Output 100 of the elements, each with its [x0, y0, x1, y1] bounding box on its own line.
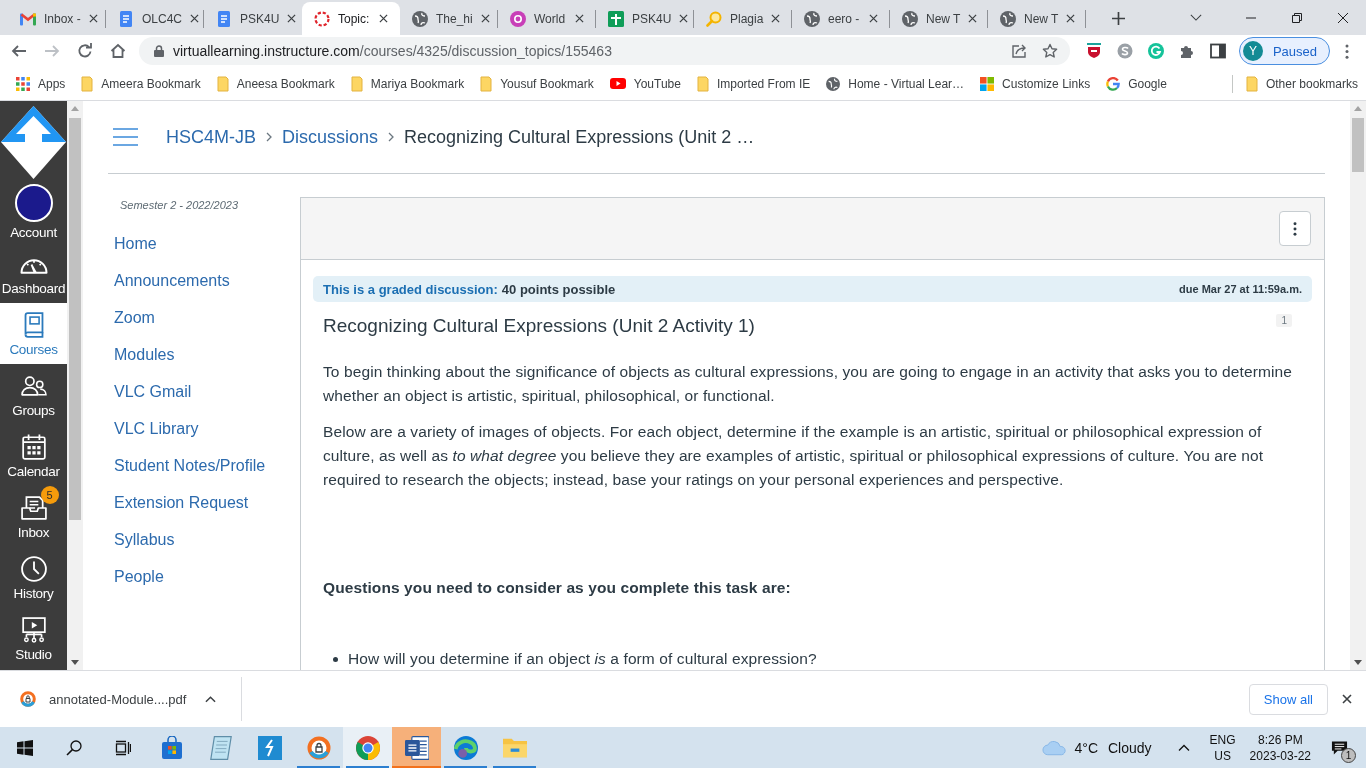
close-icon[interactable]: [190, 14, 199, 23]
swirl-icon: [453, 735, 478, 760]
menu-icon[interactable]: [113, 128, 138, 146]
back-icon[interactable]: [11, 43, 27, 59]
plus-icon[interactable]: [1112, 12, 1125, 25]
close-icon[interactable]: [1066, 14, 1076, 23]
start-icon: [16, 739, 33, 756]
browser-tab[interactable]: The_hi: [400, 2, 498, 35]
notification-count: 1: [1341, 747, 1356, 763]
close-icon[interactable]: [379, 14, 388, 23]
course-nav-link[interactable]: Announcements: [114, 262, 230, 299]
bookmark[interactable]: Customize Links: [972, 70, 1099, 97]
home-icon[interactable]: [110, 43, 126, 59]
close-icon[interactable]: [771, 14, 781, 23]
browser-tab[interactable]: eero -: [792, 2, 890, 35]
clock-button[interactable]: 8:26 PM 2023-03-22: [1249, 731, 1311, 764]
close-icon[interactable]: [88, 14, 98, 23]
browser-tab[interactable]: PSK4U: [596, 2, 694, 35]
close-icon[interactable]: [287, 14, 297, 23]
document-icon: [216, 10, 232, 27]
scrollbar-track[interactable]: [67, 101, 83, 670]
shopping-bag-icon: [159, 735, 184, 760]
course-nav-link[interactable]: Student Notes/Profile: [114, 447, 266, 484]
global-nav-item[interactable]: Account: [0, 181, 67, 242]
scrollbar-thumb[interactable]: [69, 118, 81, 520]
notification-icon[interactable]: [1331, 739, 1348, 756]
course-nav-link[interactable]: VLC Gmail: [114, 373, 192, 410]
download-item[interactable]: annotated-Module....pdf: [0, 691, 187, 707]
course-nav-link[interactable]: People: [114, 558, 164, 595]
browser-tab[interactable]: New T: [988, 2, 1086, 35]
course-nav-link[interactable]: Modules: [114, 336, 175, 373]
play-icon: [609, 78, 626, 89]
side-panel-icon[interactable]: [1209, 43, 1226, 59]
browser-tab[interactable]: OLC4C: [106, 2, 204, 35]
profile-button[interactable]: Y Paused: [1238, 37, 1330, 65]
close-icon[interactable]: [968, 14, 978, 23]
avatar-icon: [14, 183, 53, 222]
browser-tab[interactable]: World: [498, 2, 596, 35]
course-nav-link[interactable]: Zoom: [114, 299, 155, 336]
global-nav-item[interactable]: Calendar: [0, 425, 67, 486]
course-nav-link[interactable]: Home: [114, 225, 157, 262]
calendar-icon: [20, 433, 47, 460]
scrollbar-thumb[interactable]: [1352, 118, 1364, 172]
breadcrumb-link[interactable]: HSC4M-JB: [166, 126, 256, 148]
course-nav-link[interactable]: VLC Library: [114, 410, 199, 447]
global-nav-item[interactable]: 5 Inbox: [0, 486, 67, 547]
bookmark[interactable]: YouTube: [601, 70, 689, 97]
caret-up-icon[interactable]: [1177, 744, 1190, 751]
url-text: virtuallearning.instructure.com/courses/4325/discussion_topics/155463: [173, 43, 613, 59]
bookmark[interactable]: Imported From IE: [688, 70, 819, 97]
breadcrumb-link[interactable]: Discussions: [282, 126, 379, 148]
bookmark[interactable]: Yousuf Bookmark: [472, 70, 602, 97]
bookmark[interactable]: Other bookmarks: [1237, 70, 1366, 97]
show-all-button[interactable]: Show all: [1248, 683, 1328, 715]
global-nav-item[interactable]: Dashboard: [0, 242, 67, 303]
address-bar[interactable]: virtuallearning.instructure.com/courses/4325/discussion_topics/155463: [139, 37, 1070, 65]
course-nav-link[interactable]: Syllabus: [114, 521, 175, 558]
global-nav-item[interactable]: Studio: [0, 608, 67, 669]
language-button[interactable]: ENG US: [1209, 731, 1236, 764]
breadcrumb-current: Recognizing Cultural Expressions (Unit 2 …: [404, 126, 755, 148]
close-icon[interactable]: [679, 14, 689, 23]
global-nav-item[interactable]: Courses: [0, 303, 67, 364]
puzzle-icon[interactable]: [1178, 43, 1195, 59]
browser-tab[interactable]: Inbox -: [8, 2, 106, 35]
browser-tab[interactable]: Plagia: [694, 2, 792, 35]
bookmark[interactable]: Home - Virtual Lear…: [818, 70, 973, 97]
taskbar-button[interactable]: [392, 727, 441, 768]
course-nav-link[interactable]: Extension Request: [114, 484, 249, 521]
browser-tab[interactable]: PSK4U: [204, 2, 302, 35]
paragraph: To begin thinking about the significance of objects as cultural expressions, you are going to engage in an activity that asks you to determine whether an object is artistic, spiritual, philosophical, or functional.: [323, 362, 1293, 406]
reload-icon[interactable]: [77, 43, 93, 59]
logo-icon[interactable]: [0, 103, 67, 181]
scroll-down-icon[interactable]: [1354, 660, 1362, 665]
folder-icon: [81, 75, 94, 92]
bookmark[interactable]: Mariya Bookmark: [342, 70, 473, 97]
scroll-down-icon[interactable]: [71, 660, 79, 665]
bookmark[interactable]: Google: [1098, 70, 1175, 97]
close-icon[interactable]: [480, 14, 490, 23]
close-icon[interactable]: [869, 14, 878, 23]
share-icon[interactable]: [1010, 43, 1027, 59]
browser-tab[interactable]: Topic:: [302, 2, 400, 35]
swirl-icon[interactable]: [1116, 43, 1133, 59]
bookmark[interactable]: Apps: [8, 70, 74, 97]
star-icon[interactable]: [1041, 43, 1058, 59]
global-nav-item[interactable]: Groups: [0, 364, 67, 425]
browser-tab[interactable]: New T: [890, 2, 988, 35]
close-icon[interactable]: [1342, 694, 1352, 704]
shield-icon[interactable]: [1085, 43, 1102, 59]
question-text: How will you determine if an object is a form of cultural expression?: [348, 649, 817, 669]
bookmark[interactable]: Aneesa Bookmark: [208, 70, 343, 97]
close-icon[interactable]: [575, 14, 584, 23]
more-icon[interactable]: [1345, 43, 1349, 59]
global-nav-item[interactable]: History: [0, 547, 67, 608]
caret-up-icon[interactable]: [205, 695, 217, 703]
points-text: 40 points possible: [501, 281, 616, 297]
monitor-icon: [20, 616, 47, 643]
globe-icon: [412, 10, 428, 27]
bookmark[interactable]: Ameera Bookmark: [73, 70, 209, 97]
chevron-right-icon: [266, 132, 272, 142]
scrollbar-track[interactable]: [1350, 101, 1366, 670]
